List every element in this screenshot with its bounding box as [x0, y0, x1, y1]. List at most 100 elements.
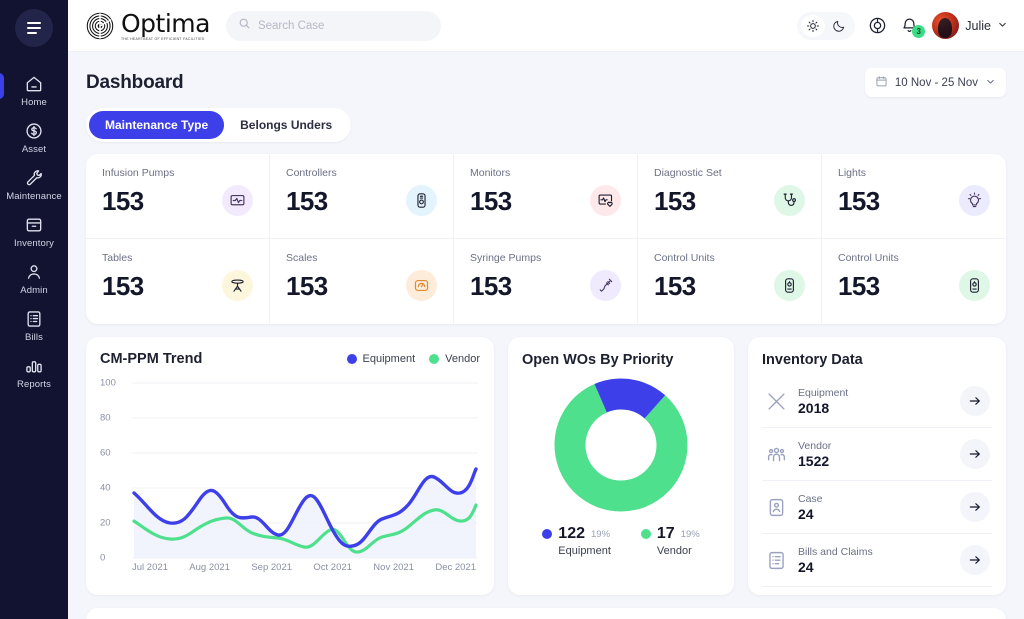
tab-maintenance-type[interactable]: Maintenance Type: [89, 111, 225, 139]
stat-control-units-2[interactable]: Control Units 153: [822, 239, 1006, 324]
sidebar-item-maintenance[interactable]: Maintenance: [0, 161, 68, 208]
legend-percent: 19%: [680, 528, 700, 540]
hamburger-icon[interactable]: [15, 9, 53, 47]
sidebar-item-home[interactable]: Home: [0, 67, 68, 114]
optima-logo-icon: [86, 12, 114, 40]
arrow-right-icon[interactable]: [960, 386, 990, 416]
stat-value: 153: [838, 270, 880, 301]
arrow-right-icon[interactable]: [960, 439, 990, 469]
sidebar-item-reports[interactable]: Reports: [0, 349, 68, 396]
sidebar-item-inventory[interactable]: Inventory: [0, 208, 68, 255]
user-menu[interactable]: Julie: [932, 12, 1008, 39]
list-item-value: 24: [798, 558, 814, 575]
page-header: Dashboard 10 Nov - 25 Nov: [86, 68, 1006, 97]
stat-value: 153: [102, 270, 144, 301]
trend-chart[interactable]: 100 80 60 40 20 0 Jul 2021 Aug 2021 Sep …: [100, 375, 480, 575]
id-card-icon: [764, 495, 788, 519]
chevron-down-icon[interactable]: [985, 76, 996, 90]
chevron-down-icon[interactable]: [997, 17, 1008, 35]
list-item-label: Bills and Claims: [798, 545, 873, 558]
stethoscope-icon: [774, 185, 805, 216]
list-item-value: 24: [798, 505, 814, 522]
search-bar[interactable]: [225, 10, 441, 41]
lightbulb-icon: [959, 185, 990, 216]
stat-lights[interactable]: Lights 153: [822, 154, 1006, 239]
sidebar-item-label: Admin: [20, 285, 48, 296]
list-item[interactable]: Bills and Claims: [762, 587, 992, 595]
stat-syringe-pumps[interactable]: Syringe Pumps 153: [454, 239, 638, 324]
stat-control-units-1[interactable]: Control Units 153: [638, 239, 822, 324]
stat-value: 153: [286, 270, 328, 301]
sidebar-item-asset[interactable]: Asset: [0, 114, 68, 161]
tab-belongs-unders[interactable]: Belongs Unders: [224, 111, 348, 139]
search-input[interactable]: [257, 19, 429, 32]
sidebar-item-label: Bills: [25, 332, 43, 343]
list-item[interactable]: Bills and Claims 24: [762, 534, 992, 587]
trend-chart-svg: [132, 382, 478, 559]
y-tick-40: 40: [100, 482, 111, 494]
calendar-icon: [875, 75, 888, 91]
box-icon: [24, 215, 44, 235]
donut-title: Open WOs By Priority: [522, 352, 674, 368]
donut-legend: 122 19% Equipment 17 19% Vendor: [522, 525, 720, 557]
moon-icon[interactable]: [827, 15, 851, 37]
arrow-right-icon[interactable]: [960, 545, 990, 575]
inventory-title: Inventory Data: [762, 352, 863, 368]
legend-item-vendor[interactable]: Vendor: [429, 353, 480, 365]
stat-monitors[interactable]: Monitors 153: [454, 154, 638, 239]
list-item[interactable]: Case 24: [762, 481, 992, 534]
sidebar-item-label: Home: [21, 97, 47, 108]
stat-scales[interactable]: Scales 153: [270, 239, 454, 324]
app-root: Home Asset Maintenance Inventory Admin B…: [0, 0, 1024, 619]
donut-chart[interactable]: [522, 375, 720, 515]
remote-control-icon: [406, 185, 437, 216]
brand-name: Optima: [121, 8, 210, 38]
receipt-icon: [24, 309, 44, 329]
arrow-right-icon[interactable]: [960, 492, 990, 522]
sidebar-item-admin[interactable]: Admin: [0, 255, 68, 302]
tools-icon: [764, 389, 788, 413]
y-tick-100: 100: [100, 377, 116, 389]
y-tick-60: 60: [100, 447, 111, 459]
stat-value: 153: [654, 185, 696, 216]
sidebar-item-label: Maintenance: [6, 191, 62, 202]
manage-assets-panel: Manage Assets Search: [86, 608, 1006, 619]
stat-label: Scales: [286, 252, 318, 264]
syringe-icon: [590, 270, 621, 301]
donut-legend-equipment[interactable]: 122 19% Equipment: [542, 525, 611, 557]
x-tick: Jul 2021: [132, 562, 168, 573]
bell-icon[interactable]: 3: [900, 16, 926, 38]
list-item[interactable]: Vendor 1522: [762, 428, 992, 481]
date-range-picker[interactable]: 10 Nov - 25 Nov: [864, 68, 1006, 97]
list-item-label: Case: [798, 492, 823, 505]
sun-icon[interactable]: [801, 14, 826, 37]
stat-label: Tables: [102, 252, 133, 264]
open-wos-panel: Open WOs By Priority 122 19% Equipment 1…: [508, 337, 734, 595]
dollar-circle-icon: [24, 121, 44, 141]
user-name: Julie: [965, 18, 991, 33]
panels-row: CM-PPM Trend Equipment Vendor 100 80 60 …: [86, 337, 1006, 595]
sidebar-item-bills[interactable]: Bills: [0, 302, 68, 349]
heart-monitor-icon: [590, 185, 621, 216]
main-area: Optima THE HEARTBEAT OF EFFICIENT FACILI…: [68, 0, 1024, 619]
theme-toggle[interactable]: [797, 11, 856, 40]
list-item[interactable]: Equipment 2018: [762, 375, 992, 428]
cm-ppm-trend-panel: CM-PPM Trend Equipment Vendor 100 80 60 …: [86, 337, 494, 595]
x-tick: Sep 2021: [251, 562, 293, 573]
legend-dot: [640, 529, 651, 539]
donut-legend-vendor[interactable]: 17 19% Vendor: [640, 525, 700, 557]
legend-item-equipment[interactable]: Equipment: [346, 353, 415, 365]
notification-badge: 3: [912, 25, 926, 38]
stat-label: Monitors: [470, 167, 511, 179]
x-tick: Oct 2021: [313, 562, 352, 573]
lifebuoy-icon[interactable]: [868, 16, 887, 35]
sidebar-item-label: Asset: [21, 144, 47, 155]
stat-diagnostic-set[interactable]: Diagnostic Set 153: [638, 154, 822, 239]
stat-infusion-pumps[interactable]: Infusion Pumps 153: [86, 154, 270, 239]
stat-tables[interactable]: Tables 153: [86, 239, 270, 324]
control-unit-icon: [774, 270, 805, 301]
brand-logo[interactable]: Optima THE HEARTBEAT OF EFFICIENT FACILI…: [86, 11, 210, 41]
page-title: Dashboard: [86, 71, 184, 93]
legend-label: Vendor: [445, 353, 480, 365]
stat-controllers[interactable]: Controllers 153: [270, 154, 454, 239]
